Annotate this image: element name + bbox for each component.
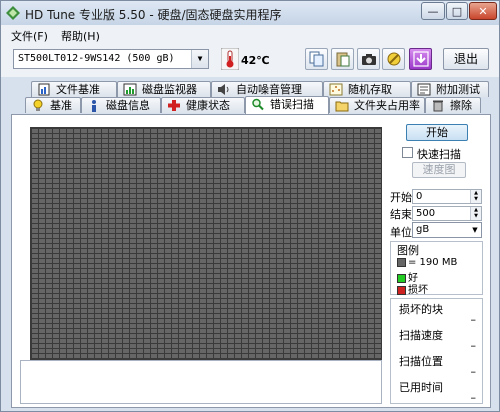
menu-file[interactable]: 文件(F) xyxy=(11,28,48,44)
options-button[interactable] xyxy=(382,48,405,70)
scan-position-value: – xyxy=(470,365,477,378)
legend-bad-label: 损坏 xyxy=(408,285,428,296)
maximize-button[interactable]: □ xyxy=(446,2,468,20)
unit-select-value: gB xyxy=(416,224,430,235)
tab-label: 文件夹占用率 xyxy=(354,99,420,112)
block-swatch-icon xyxy=(397,257,406,267)
drive-select[interactable]: ST500LT012-9WS142 (500 gB) ▼ xyxy=(13,49,209,69)
extra-tests-icon xyxy=(417,83,431,96)
minimize-button[interactable]: — xyxy=(421,2,445,20)
tab-random-access[interactable]: 随机存取 xyxy=(323,81,411,97)
folder-icon xyxy=(335,101,349,112)
thermometer-icon xyxy=(221,48,239,70)
info-icon xyxy=(92,100,96,112)
tab-label: 文件基准 xyxy=(56,83,100,96)
tab-disk-monitor[interactable]: 磁盘监视器 xyxy=(117,81,211,97)
app-window: HD Tune 专业版 5.50 - 硬盘/固态硬盘实用程序 — □ ✕ 文件(… xyxy=(0,0,500,412)
quick-scan-checkbox[interactable] xyxy=(402,147,413,158)
tab-label: 错误扫描 xyxy=(270,98,314,111)
legend-box: 图例 = 190 MB 好 损坏 xyxy=(390,241,483,296)
tab-label: 擦除 xyxy=(450,99,472,112)
tab-disk-info[interactable]: 磁盘信息 xyxy=(81,97,161,113)
end-position-input[interactable]: 500 ▲ ▼ xyxy=(412,206,482,221)
drive-select-value: ST500LT012-9WS142 (500 gB) xyxy=(18,53,175,64)
download-icon xyxy=(413,51,429,67)
end-position-value: 500 xyxy=(416,208,436,219)
tab-label: 附加测试 xyxy=(436,83,480,96)
camera-icon xyxy=(362,54,376,65)
magnifier-icon xyxy=(252,98,264,111)
temperature-readout: 42℃ xyxy=(241,54,270,67)
start-scan-button[interactable]: 开始 xyxy=(406,124,468,141)
spinner-arrows-icon[interactable]: ▲ ▼ xyxy=(470,207,481,220)
close-button[interactable]: ✕ xyxy=(469,2,497,20)
damaged-blocks-value: – xyxy=(470,313,477,326)
toolbar: ST500LT012-9WS142 (500 gB) ▼ 42℃ 退出 xyxy=(1,43,499,77)
legend-title: 图例 xyxy=(397,244,419,257)
elapsed-time-value: – xyxy=(470,391,477,404)
start-position-input[interactable]: 0 ▲ ▼ xyxy=(412,189,482,204)
trash-icon xyxy=(433,100,443,112)
disk-monitor-icon xyxy=(123,83,137,96)
error-scan-panel: 开始 快速扫描 速度图 开始 0 ▲ ▼ 结束 500 ▲ ▼ 单位 gB ▼ 图例… xyxy=(11,114,491,408)
tab-label: 磁盘信息 xyxy=(106,99,150,112)
health-cross-icon xyxy=(168,100,180,111)
chevron-down-icon: ▼ xyxy=(191,50,208,68)
tab-label: 自动噪音管理 xyxy=(236,83,302,96)
title-bar[interactable]: HD Tune 专业版 5.50 - 硬盘/固态硬盘实用程序 — □ ✕ xyxy=(1,1,499,25)
tab-label: 基准 xyxy=(50,99,72,112)
end-field-label: 结束 xyxy=(390,208,412,221)
bad-swatch-icon xyxy=(397,285,406,295)
copy-icon xyxy=(309,51,324,67)
scan-position-label: 扫描位置 xyxy=(399,355,443,368)
tab-extra-tests[interactable]: 附加测试 xyxy=(411,81,489,97)
window-title: HD Tune 专业版 5.50 - 硬盘/固态硬盘实用程序 xyxy=(25,8,282,22)
quick-scan-label: 快速扫描 xyxy=(417,148,461,161)
speaker-icon xyxy=(218,84,229,95)
start-field-label: 开始 xyxy=(390,191,412,204)
tools-icon xyxy=(387,52,401,66)
elapsed-time-label: 已用时间 xyxy=(399,381,443,394)
scan-block-map xyxy=(30,127,382,360)
tab-erase[interactable]: 擦除 xyxy=(425,97,481,113)
unit-select[interactable]: gB ▼ xyxy=(412,222,482,238)
tab-noise-management[interactable]: 自动噪音管理 xyxy=(211,81,323,97)
tab-label: 健康状态 xyxy=(186,99,230,112)
tab-folder-usage[interactable]: 文件夹占用率 xyxy=(329,97,425,113)
tab-label: 磁盘监视器 xyxy=(142,83,197,96)
exit-button[interactable]: 退出 xyxy=(443,48,489,70)
spinner-arrows-icon[interactable]: ▲ ▼ xyxy=(470,190,481,203)
bulb-icon xyxy=(33,99,43,111)
tab-health[interactable]: 健康状态 xyxy=(161,97,245,113)
legend-block-row: = 190 MB xyxy=(397,257,457,268)
tab-benchmark[interactable]: 基准 xyxy=(25,97,81,113)
save-button[interactable] xyxy=(409,48,432,70)
speed-map-button[interactable]: 速度图 xyxy=(412,162,466,178)
menu-bar: 文件(F) 帮助(H) xyxy=(1,25,499,43)
unit-field-label: 单位 xyxy=(390,226,412,239)
random-access-icon xyxy=(329,83,343,96)
chevron-down-icon: ▼ xyxy=(472,226,478,234)
screenshot-button[interactable] xyxy=(357,48,380,70)
scan-stats-box: 损坏的块 – 扫描速度 – 扫描位置 – 已用时间 – xyxy=(390,298,483,404)
file-benchmark-icon xyxy=(38,83,50,96)
tab-error-scan[interactable]: 错误扫描 xyxy=(245,96,329,114)
damaged-blocks-label: 损坏的块 xyxy=(399,303,443,316)
scan-speed-value: – xyxy=(470,339,477,352)
app-logo-icon xyxy=(6,6,20,20)
paste-button[interactable] xyxy=(331,48,354,70)
paste-icon xyxy=(336,52,350,67)
tab-label: 随机存取 xyxy=(348,83,392,96)
legend-bad-row: 损坏 xyxy=(397,281,428,296)
copy-button[interactable] xyxy=(305,48,328,70)
scan-log-area[interactable] xyxy=(20,360,382,404)
menu-help[interactable]: 帮助(H) xyxy=(61,28,100,44)
scan-speed-label: 扫描速度 xyxy=(399,329,443,342)
legend-block-label: = 190 MB xyxy=(408,257,458,268)
start-position-value: 0 xyxy=(416,191,423,202)
tab-file-benchmark[interactable]: 文件基准 xyxy=(31,81,117,97)
